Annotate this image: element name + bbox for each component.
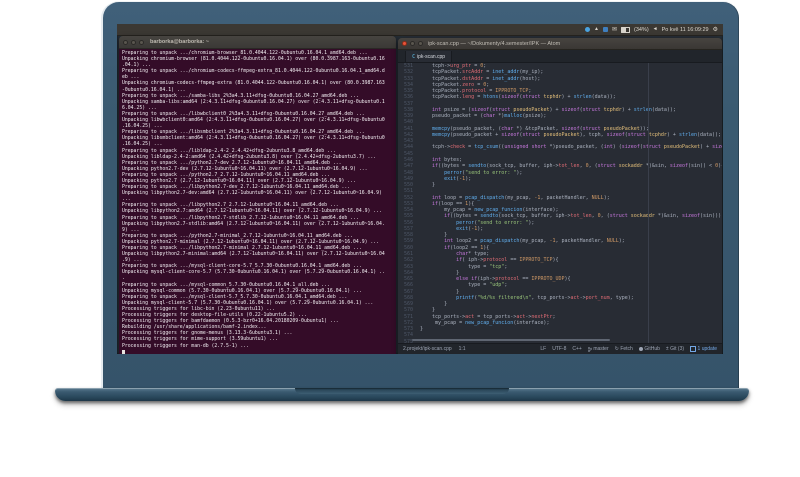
status-encoding[interactable]: UTF-8 (552, 346, 566, 352)
status-git-changes[interactable]: ± Git (3) (666, 346, 684, 352)
terminal-line: Unpacking libpython2.7-stdlib:amd64 (2.7… (122, 221, 385, 227)
status-cursor-position[interactable]: 1:1 (459, 346, 466, 352)
status-github[interactable]: GitHub (638, 346, 660, 352)
status-line-ending[interactable]: LF (540, 346, 546, 352)
github-icon (638, 347, 643, 351)
terminal-line: Unpacking libpython2.7-minimal:amd64 (2.… (122, 252, 385, 258)
terminal-line: Unpacking chromium-codecs-ffmpeg-extra (… (122, 81, 385, 87)
terminal-line: Unpacking python2.7-dev (2.7.12-1ubuntu0… (122, 166, 368, 172)
battery-percentage[interactable]: (34%) (634, 27, 649, 33)
line-number-gutter: 531 532 533 534 535 536 537 538 539 540 541 542 543 5… (398, 63, 415, 343)
terminal-line: Unpacking libpython2.7-dev:amd64 (2.7.12… (122, 191, 382, 197)
terminal-line: Unpacking libpython2.7:amd64 (2.7.12-1ub… (122, 209, 382, 215)
line-number: 575 (403, 338, 413, 343)
atom-tab-bar: C ipk-scan.cpp (398, 50, 722, 63)
terminal-line: Unpacking libwbclient0:amd64 (2:4.3.11+d… (122, 118, 385, 124)
refresh-icon: ↻ (614, 346, 619, 352)
atom-minimize-button[interactable] (410, 41, 415, 46)
laptop-base (55, 388, 749, 401)
atom-status-bar: 2.projekt/ipk-scan.cpp 1:1 LF UTF-8 C++ … (398, 343, 722, 354)
terminal-prompt-line (122, 349, 393, 354)
laptop-lid: ▲ ✉ (34%) ◄ Po kvě 11 16:09:29 ⚙ barbork… (103, 2, 739, 388)
terminal-line: Unpacking libldap-2.4-2:amd64 (2.4.42+df… (122, 154, 377, 160)
laptop-mockup: ▲ ✉ (34%) ◄ Po kvě 11 16:09:29 ⚙ barbork… (0, 0, 800, 477)
code-editor[interactable]: 531 532 533 534 535 536 537 538 539 540 541 542 543 5… (398, 63, 722, 343)
app-indicator-icon[interactable] (585, 27, 590, 32)
power-gear-icon[interactable]: ⚙ (713, 27, 718, 33)
terminal-output[interactable]: Preparing to unpack .../chromium-browser… (119, 49, 396, 354)
terminal-line: Preparing to unpack .../chromium-codecs-… (122, 69, 385, 75)
terminal-line: Preparing to unpack .../samba-libs_2%3a4… (122, 93, 359, 99)
messages-envelope-icon[interactable]: ✉ (612, 27, 617, 33)
clock[interactable]: Po kvě 11 16:09:29 (662, 27, 709, 33)
git-diff-icon: ± (665, 346, 669, 352)
atom-titlebar[interactable]: ipk-scan.cpp — ~/Dokumenty/4.semester/IP… (398, 38, 722, 50)
wrap-guide (648, 63, 649, 343)
status-git-branch[interactable]: master (587, 346, 609, 352)
status-updates[interactable]: 1 update (690, 346, 717, 352)
code-line: tcph->check = tcp_csum((unsigned short *… (420, 144, 722, 151)
status-file-path[interactable]: 2.projekt/ipk-scan.cpp (403, 346, 452, 352)
system-top-panel: ▲ ✉ (34%) ◄ Po kvě 11 16:09:29 ⚙ (117, 24, 723, 36)
terminal-close-button[interactable] (123, 39, 128, 45)
terminal-title: barborka@barborka: ~ (150, 39, 210, 45)
battery-icon[interactable] (620, 26, 630, 33)
terminal-titlebar[interactable]: barborka@barborka: ~ (119, 36, 396, 49)
terminal-line: Unpacking mysql-common (5.7.30-0ubuntu0.… (122, 288, 362, 294)
terminal-line: Unpacking mysql-client-core-5.7 (5.7.30-… (122, 270, 385, 276)
cpp-file-icon: C (412, 53, 416, 60)
tab-ipk-scan-cpp[interactable]: C ipk-scan.cpp (405, 51, 453, 62)
terminal-line: Unpacking samba-libs:amd64 (2:4.3.11+dfs… (122, 99, 385, 105)
status-fetch[interactable]: ↻ Fetch (615, 346, 633, 352)
tab-label: ipk-scan.cpp (417, 53, 446, 60)
terminal-line: Preparing to unpack .../libpython2.7-std… (122, 215, 359, 221)
update-icon (690, 346, 697, 352)
terminal-window: barborka@barborka: ~ Preparing to unpack… (119, 36, 396, 354)
atom-window: ipk-scan.cpp — ~/Dokumenty/4.semester/IP… (398, 38, 722, 354)
wifi-icon[interactable]: ▲ (594, 27, 599, 32)
laptop-lid-notch (295, 388, 509, 394)
atom-close-button[interactable] (402, 41, 407, 46)
terminal-minimize-button[interactable] (131, 39, 136, 45)
terminal-maximize-button[interactable] (139, 39, 144, 45)
branch-icon (587, 346, 592, 352)
atom-title: ipk-scan.cpp — ~/Dokumenty/4.semester/IP… (428, 40, 561, 47)
atom-maximize-button[interactable] (418, 41, 423, 46)
terminal-line: Preparing to unpack .../python2.7-minima… (122, 233, 354, 239)
screen: ▲ ✉ (34%) ◄ Po kvě 11 16:09:29 ⚙ barbork… (117, 24, 723, 354)
terminal-line: Unpacking libsmbclient:amd64 (2:4.3.11+d… (122, 136, 385, 142)
code-line: memcpy(pseudo_packet + sizeof(struct pse… (432, 131, 722, 138)
status-grammar[interactable]: C++ (572, 346, 581, 352)
terminal-cursor (122, 349, 125, 354)
terminal-line: Unpacking chromium-browser (81.0.4044.12… (122, 57, 385, 63)
keyboard-indicator-icon[interactable] (602, 27, 608, 32)
horizontal-scrollbar[interactable] (412, 339, 610, 341)
code-column: tcph->urg_ptr = 0; tcpPacket.srcAddr = i… (415, 63, 722, 343)
volume-icon[interactable]: ◄ (653, 27, 658, 32)
